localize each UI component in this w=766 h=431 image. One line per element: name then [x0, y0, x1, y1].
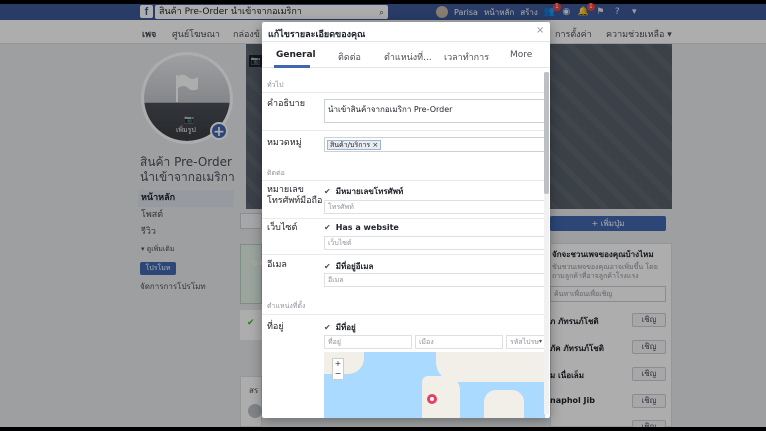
phone-input[interactable]: โทรศัพท์ — [324, 200, 545, 214]
zip-select[interactable]: รหัสไปรษ ▾ — [506, 335, 545, 349]
phone-checkbox[interactable]: ✔ มีหมายเลขโทรศัพท์ — [324, 185, 403, 198]
map-pin-icon — [427, 394, 437, 404]
email-checkbox-label: มีที่อยู่อีเมล — [335, 262, 374, 271]
section-location-heading: ตำแหน่งที่ตั้ง — [267, 302, 306, 310]
divider — [262, 314, 544, 315]
website-checkbox[interactable]: ✔ Has a website — [324, 223, 399, 232]
category-label: หมวดหมู่ — [267, 138, 302, 148]
zoom-out-icon[interactable]: − — [335, 369, 342, 378]
phone-label: หมายเลขโทรศัพท์มือถือ — [267, 185, 323, 206]
address-checkbox-label: มีที่อยู่ — [335, 323, 356, 332]
description-label: คำอธิบาย — [267, 99, 306, 109]
scrollbar-thumb[interactable] — [544, 72, 549, 194]
description-textarea[interactable]: นำเข้าสินค้าจากอเมริกา Pre-Order — [324, 99, 545, 123]
website-input[interactable]: เว็บไซต์ — [324, 236, 545, 250]
dialog-scrollbar[interactable] — [544, 72, 549, 414]
zip-select-value: รหัสไปรษ — [510, 338, 539, 346]
phone-checkbox-label: มีหมายเลขโทรศัพท์ — [335, 187, 404, 196]
tab-hours[interactable]: เวลาทำการ — [444, 50, 489, 64]
active-tab-indicator — [274, 65, 310, 68]
city-input[interactable]: เมือง — [415, 335, 503, 349]
category-input[interactable]: สินค้า/บริการ × — [324, 137, 545, 152]
map-zoom-control[interactable]: + − — [332, 358, 344, 380]
zoom-in-icon[interactable]: + — [335, 359, 342, 368]
checkmark-icon: ✔ — [324, 262, 331, 271]
dialog-tabs: General ติดต่อ ตำแหน่งที่... เวลาทำการ M… — [262, 42, 550, 68]
dialog-title: แก้ไขรายละเอียดของคุณ — [268, 30, 366, 40]
tab-general[interactable]: General — [276, 50, 316, 60]
section-contact-heading: ติดต่อ — [267, 169, 285, 177]
website-label: เว็บไซต์ — [267, 223, 298, 233]
checkmark-icon: ✔ — [324, 187, 331, 196]
divider — [262, 218, 544, 219]
address-input[interactable]: ที่อยู่ — [324, 335, 412, 349]
map-land — [324, 352, 364, 374]
location-map[interactable]: + − — [324, 352, 545, 418]
letterbox-bottom — [0, 427, 766, 431]
checkmark-icon: ✔ — [324, 223, 331, 232]
category-tag-label: สินค้า/บริการ — [330, 141, 371, 149]
email-checkbox[interactable]: ✔ มีที่อยู่อีเมล — [324, 260, 373, 273]
email-label: อีเมล — [267, 260, 287, 270]
tab-more[interactable]: More — [510, 50, 532, 60]
divider — [262, 130, 544, 131]
close-icon[interactable]: × — [536, 25, 544, 36]
tab-location[interactable]: ตำแหน่งที่... — [384, 50, 432, 64]
map-land — [484, 390, 524, 418]
category-tag: สินค้า/บริการ × — [327, 140, 382, 150]
dialog-header: แก้ไขรายละเอียดของคุณ × — [262, 22, 550, 42]
section-general-heading: ทั่วไป — [267, 81, 284, 89]
chevron-down-icon: ▾ — [538, 338, 542, 345]
email-input[interactable]: อีเมล — [324, 273, 545, 287]
divider — [262, 92, 544, 93]
address-checkbox[interactable]: ✔ มีที่อยู่ — [324, 321, 356, 334]
remove-tag-icon[interactable]: × — [372, 141, 378, 149]
divider — [262, 254, 544, 255]
edit-page-info-dialog: แก้ไขรายละเอียดของคุณ × General ติดต่อ ต… — [262, 22, 550, 418]
tab-contact[interactable]: ติดต่อ — [338, 50, 361, 64]
address-label: ที่อยู่ — [267, 322, 284, 332]
divider — [262, 180, 544, 181]
checkmark-icon: ✔ — [324, 323, 331, 332]
website-checkbox-label: Has a website — [335, 223, 399, 232]
